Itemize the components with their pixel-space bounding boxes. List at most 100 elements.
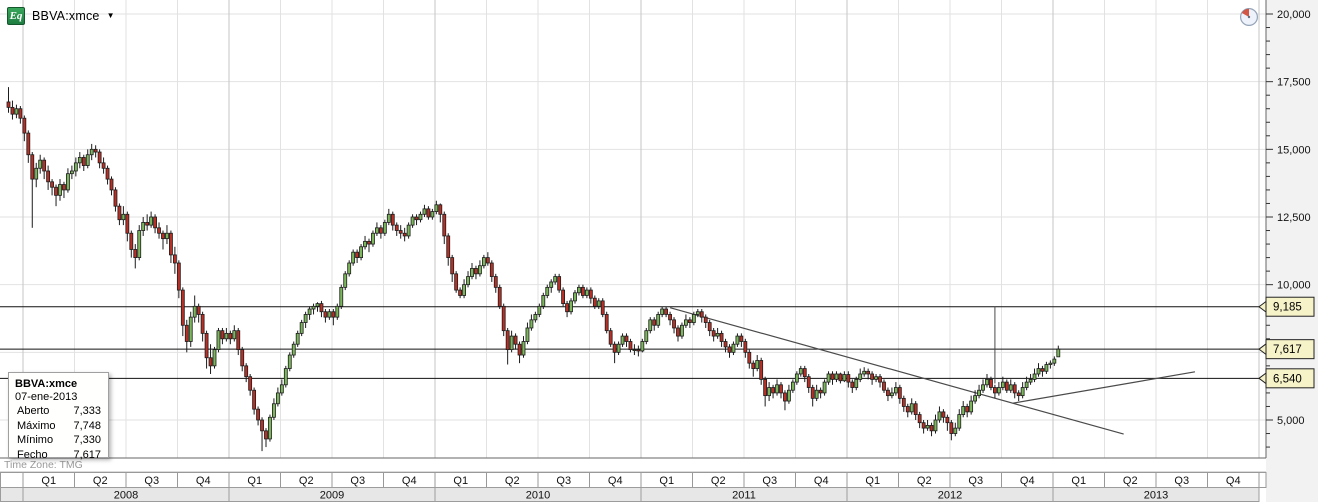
candlestick <box>985 378 989 386</box>
candlestick <box>410 216 415 226</box>
candlestick <box>1028 378 1033 383</box>
candlestick <box>268 416 272 440</box>
candlestick <box>42 159 47 172</box>
chart-window: 20,000 17,500 15,000 12,500 10,000 5,000 Q1 Q2 Q… <box>0 0 1318 502</box>
candlestick <box>759 360 764 380</box>
candlestick <box>969 400 974 413</box>
candlestick <box>1004 381 1009 391</box>
candlestick <box>771 387 775 394</box>
price-chart[interactable]: 20,000 17,500 15,000 12,500 10,000 5,000 Q1 Q2 Q… <box>0 0 1318 502</box>
candlestick <box>521 341 526 356</box>
tooltip-low-label: Mínimo <box>17 434 54 447</box>
candlestick <box>838 373 843 382</box>
candlestick <box>533 314 538 321</box>
year-label: 2009 <box>320 490 344 502</box>
candlestick <box>957 414 962 429</box>
year-cell <box>0 487 24 502</box>
candlestick <box>624 335 629 342</box>
candlestick <box>275 392 280 405</box>
quarter-label: Q1 <box>247 475 262 487</box>
data-tooltip: BBVA:xmce 07-ene-2013 Aberto 7,333 Máxim… <box>8 372 109 461</box>
y-axis-label: 5,000 <box>1277 415 1305 427</box>
candlestick <box>335 305 340 318</box>
candlestick <box>272 403 276 418</box>
candlestick <box>501 305 506 332</box>
candlestick <box>390 213 395 226</box>
symbol-selector[interactable]: Eq BBVA:xmce ▼ <box>7 7 114 25</box>
candlestick <box>129 232 134 250</box>
candlestick <box>240 349 245 367</box>
candlestick <box>450 257 455 275</box>
candlestick <box>161 232 165 240</box>
candlestick <box>232 330 237 340</box>
quarter-label: Q4 <box>402 475 417 487</box>
candlestick <box>54 186 58 196</box>
year-label: 2013 <box>1144 490 1168 502</box>
candlestick <box>323 311 328 318</box>
candlestick <box>1012 384 1017 394</box>
candlestick <box>735 335 740 345</box>
candlestick <box>727 346 732 353</box>
candlestick <box>188 316 193 342</box>
candlestick <box>430 211 435 218</box>
candlestick <box>834 373 839 380</box>
quarter-label: Q3 <box>556 475 571 487</box>
candlestick <box>462 284 466 296</box>
candlestick <box>945 416 950 424</box>
candlestick <box>22 117 27 134</box>
candlestick <box>719 332 724 342</box>
candlestick <box>897 387 902 399</box>
candlestick <box>933 419 938 432</box>
candlestick <box>363 240 367 248</box>
candlestick <box>184 324 189 342</box>
chart-background <box>0 0 1318 502</box>
candlestick <box>1044 364 1049 372</box>
candlestick <box>783 392 787 402</box>
candlestick <box>208 357 213 367</box>
candlestick <box>220 330 225 340</box>
candlestick <box>549 281 554 288</box>
candlestick <box>378 227 383 234</box>
tooltip-open-label: Aberto <box>17 405 50 417</box>
candlestick <box>248 376 253 391</box>
candlestick <box>343 273 348 288</box>
quarter-label: Q3 <box>1174 475 1189 487</box>
candlestick <box>517 343 522 356</box>
candlestick <box>822 381 827 394</box>
quarter-label: Q3 <box>144 475 159 487</box>
candlestick <box>165 232 169 240</box>
candlestick <box>196 305 201 315</box>
tooltip-date: 07-ene-2013 <box>15 391 78 403</box>
candlestick <box>10 106 15 115</box>
candlestick <box>858 373 863 380</box>
candlestick <box>561 289 566 305</box>
quarter-cell <box>0 472 24 488</box>
candlestick <box>636 349 641 352</box>
quarter-label: Q1 <box>41 475 56 487</box>
chevron-down-icon[interactable]: ▼ <box>107 12 115 20</box>
candlestick <box>763 378 768 397</box>
candlestick <box>141 222 146 231</box>
candlestick <box>1020 387 1025 397</box>
quarter-label: Q1 <box>1071 475 1086 487</box>
tooltip-symbol: BBVA:xmce <box>15 378 78 390</box>
candlestick <box>842 374 847 382</box>
tooltip-row-high: Máximo 7,748 <box>15 419 101 434</box>
candlestick <box>101 162 106 169</box>
candlestick <box>1052 358 1057 364</box>
candlestick <box>109 178 114 191</box>
candlestick <box>252 389 257 410</box>
candlestick <box>905 406 910 413</box>
candlestick <box>157 227 161 234</box>
y-axis-label: 12,500 <box>1277 212 1311 224</box>
quarter-label: Q2 <box>93 475 108 487</box>
candlestick <box>846 374 851 383</box>
candlestick <box>687 319 692 323</box>
candlestick <box>818 389 823 394</box>
candlestick <box>26 132 31 156</box>
candlestick <box>664 308 669 315</box>
candlestick <box>925 425 930 429</box>
candlestick <box>481 257 486 267</box>
candlestick <box>446 235 451 258</box>
candlestick <box>644 330 649 342</box>
